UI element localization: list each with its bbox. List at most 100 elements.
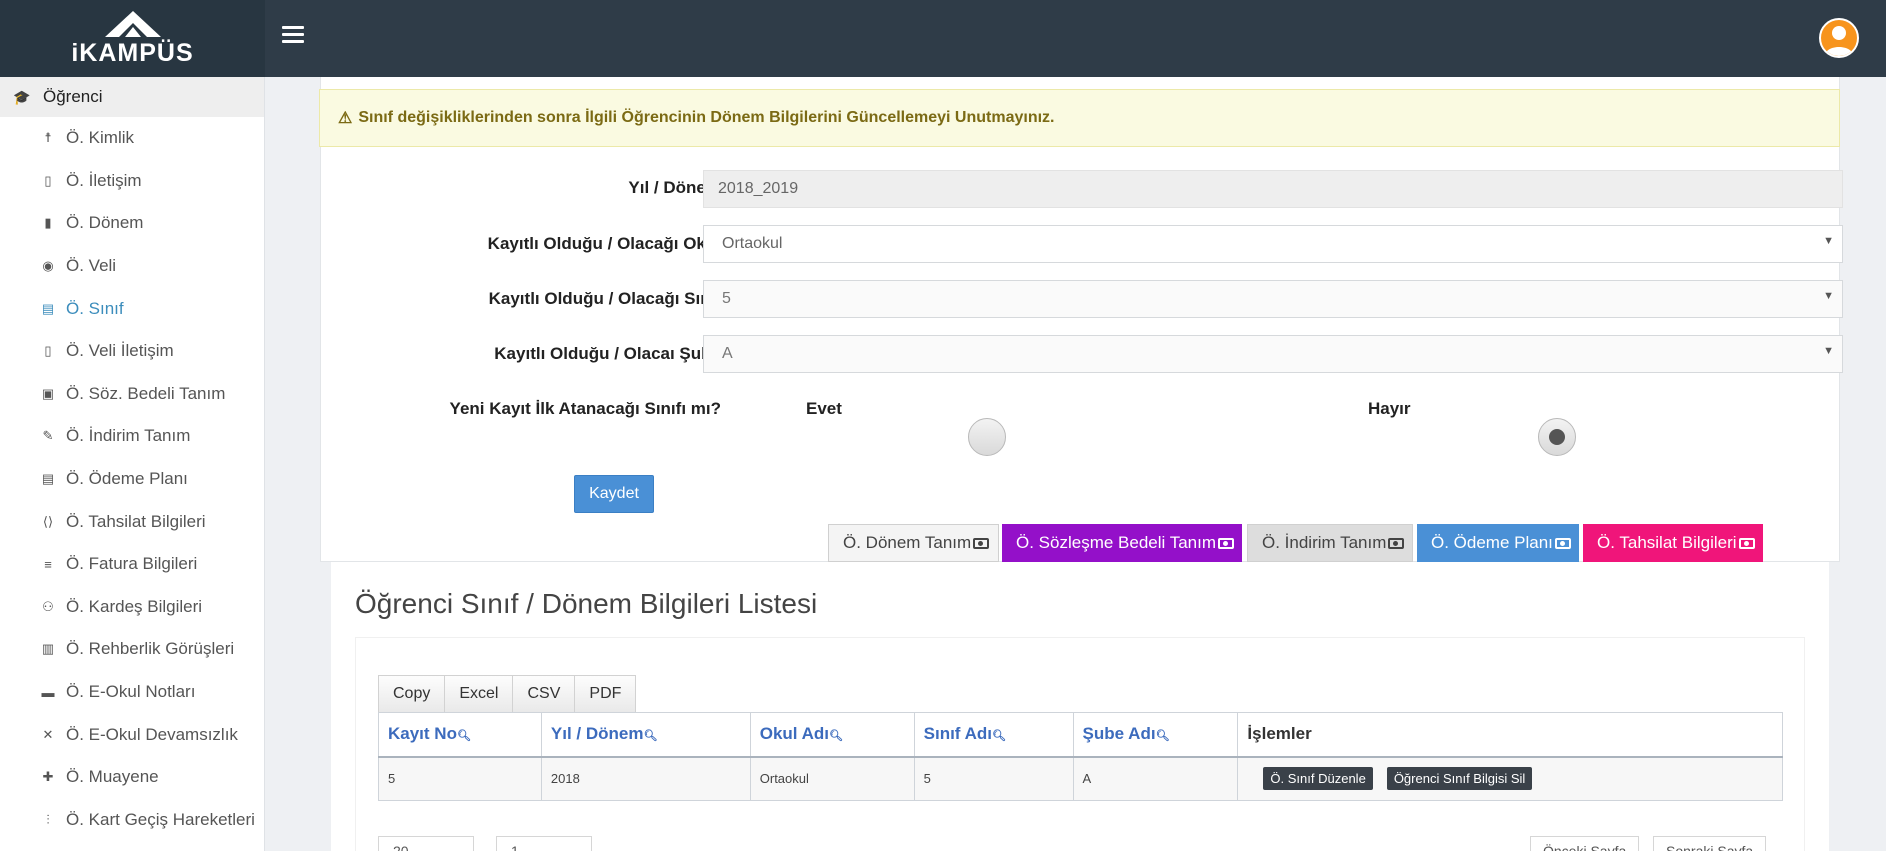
- export-excel-button[interactable]: Excel: [444, 675, 514, 713]
- search-icon[interactable]: 🔍︎: [992, 730, 1006, 742]
- sidebar-item[interactable]: ⫶ Ö. Kart Geçiş Hareketleri: [0, 799, 264, 842]
- quick-link-button[interactable]: Ö. İndirim Tanım: [1247, 524, 1413, 562]
- top-navbar: iKAMPÜS: [0, 0, 1886, 77]
- quick-link-button[interactable]: Ö. Ödeme Planı: [1417, 524, 1579, 562]
- school-select[interactable]: Ortaokul ▼: [703, 225, 1843, 263]
- form-panel: [320, 77, 1840, 562]
- sidebar-item[interactable]: ▯ Ö. İletişim: [0, 160, 264, 203]
- sidebar-item[interactable]: ✎ Ö. İndirim Tanım: [0, 415, 264, 458]
- delete-class-button[interactable]: Öğrenci Sınıf Bilgisi Sil: [1386, 767, 1533, 791]
- quick-link-label: Ö. Tahsilat Bilgileri: [1597, 533, 1737, 552]
- money-icon: [1388, 537, 1405, 549]
- sidebar-header-label: Öğrenci: [43, 87, 103, 106]
- logo-mark-icon: [104, 11, 161, 37]
- sidebar-item[interactable]: ▥ Ö. Rehberlik Görüşleri: [0, 628, 264, 671]
- edit-class-button[interactable]: Ö. Sınıf Düzenle: [1263, 767, 1373, 791]
- sidebar-item-label: Ö. Dönem: [66, 213, 144, 233]
- class-select[interactable]: 5 ▼: [703, 280, 1843, 318]
- page-number-value: 1: [511, 843, 519, 851]
- mobile-icon: ▯: [44, 343, 52, 359]
- column-header-label: Yıl / Dönem: [550, 724, 644, 744]
- code-icon: ⟨⟩: [42, 513, 54, 529]
- sidebar-item[interactable]: ✚ Ö. Muayene: [0, 756, 264, 799]
- sidebar-item[interactable]: ▤ Ö. Sınıf: [0, 287, 264, 330]
- sidebar-item-label: Ö. Söz. Bedeli Tanım: [66, 383, 226, 403]
- branch-value: A: [722, 345, 733, 362]
- people-icon: ⚇: [42, 598, 54, 614]
- table-cell: Ortaokul: [749, 756, 915, 801]
- save-button[interactable]: Kaydet: [574, 475, 654, 513]
- radio-yes[interactable]: [968, 418, 1006, 456]
- class-term-table: Kayıt No🔍︎ Yıl / Dönem🔍︎ Okul Adı🔍︎ Sınıf A…: [378, 712, 1783, 801]
- bar-chart-icon: ▥: [41, 641, 55, 657]
- branch-label: Kayıtlı Olduğu / Olacaı Şube: [494, 344, 721, 363]
- search-icon[interactable]: 🔍︎: [457, 730, 471, 742]
- eye-icon: ◉: [42, 258, 54, 274]
- quick-link-label: Ö. Sözleşme Bedeli Tanım: [1016, 533, 1216, 552]
- sidebar-item[interactable]: ▣ Ö. Söz. Bedeli Tanım: [0, 373, 264, 416]
- column-header[interactable]: Okul Adı🔍︎: [749, 712, 915, 758]
- branch-select[interactable]: A ▼: [703, 335, 1843, 373]
- export-csv-button[interactable]: CSV: [512, 675, 576, 713]
- sidebar-item-label: Ö. E-Okul Devamsızlık: [66, 724, 238, 744]
- column-header[interactable]: Şube Adı🔍︎: [1072, 712, 1239, 758]
- sidebar-item[interactable]: ▮ Ö. Dönem: [0, 202, 264, 245]
- column-header[interactable]: Yıl / Dönem🔍︎: [540, 712, 751, 758]
- page-size-select[interactable]: 20: [378, 836, 474, 851]
- server-icon: ▤: [41, 300, 55, 316]
- quick-link-label: Ö. Dönem Tanım: [843, 533, 972, 552]
- alert-text: Sınıf değişikliklerinden sonra İlgili Öğ…: [358, 109, 1055, 126]
- discount-icon: ✎: [42, 428, 54, 444]
- sidebar-header-ogrenci[interactable]: 🎓 Öğrenci: [0, 77, 264, 117]
- quick-link-button[interactable]: Ö. Dönem Tanım: [828, 524, 999, 562]
- sidebar-item[interactable]: ⟨⟩ Ö. Tahsilat Bilgileri: [0, 500, 264, 543]
- list-box-icon: ▤: [41, 471, 55, 487]
- sidebar-item-label: Ö. Muayene: [66, 767, 159, 787]
- sidebar-item[interactable]: ⚇ Ö. Kardeş Bilgileri: [0, 586, 264, 629]
- export-copy-button[interactable]: Copy: [378, 675, 446, 713]
- column-header[interactable]: Sınıf Adı🔍︎: [913, 712, 1074, 758]
- quick-link-button[interactable]: Ö. Sözleşme Bedeli Tanım: [1002, 524, 1242, 562]
- class-label: Kayıtlı Olduğu / Olacağı Sınıf: [488, 289, 721, 308]
- column-header-label: Okul Adı: [759, 724, 830, 744]
- sidebar-item-label: Ö. Kimlik: [66, 128, 134, 148]
- quick-link-button[interactable]: Ö. Tahsilat Bilgileri: [1583, 524, 1763, 562]
- page-number-select[interactable]: 1: [496, 836, 592, 851]
- sidebar-item-label: Ö. Kardeş Bilgileri: [66, 596, 203, 616]
- radio-no[interactable]: [1538, 418, 1576, 456]
- column-header-label: Kayıt No: [388, 724, 457, 744]
- sidebar-item-label: Ö. Tahsilat Bilgileri: [66, 511, 206, 531]
- prev-page-button[interactable]: Önceki Sayfa: [1530, 836, 1640, 851]
- mobile-icon: ▯: [44, 172, 52, 188]
- sidebar-item[interactable]: ▯ Ö. Veli İletişim: [0, 330, 264, 373]
- sidebar-item[interactable]: ◉ Ö. Veli: [0, 245, 264, 288]
- sidebar-item[interactable]: ✕ Ö. E-Okul Devamsızlık: [0, 713, 264, 756]
- search-icon[interactable]: 🔍︎: [1156, 730, 1170, 742]
- sidebar-item-label: Ö. Sınıf: [66, 298, 124, 318]
- file-plus-icon: ▣: [41, 385, 55, 401]
- sidebar-item-label: Ö. Kart Geçiş Hareketleri: [66, 809, 255, 829]
- year-value: 2018_2019: [718, 180, 799, 197]
- bandage-icon: ✚: [42, 769, 54, 785]
- radio-no-label: Hayır: [1368, 399, 1411, 418]
- quick-link-label: Ö. Ödeme Planı: [1431, 533, 1553, 552]
- export-buttons: Copy Excel CSV PDF: [378, 675, 637, 713]
- search-icon[interactable]: 🔍︎: [829, 730, 843, 742]
- sidebar-item[interactable]: ▬ Ö. E-Okul Notları: [0, 671, 264, 714]
- sidebar-item[interactable]: ☨ Ö. Kimlik: [0, 117, 264, 160]
- sidebar-item[interactable]: ▤ Ö. Ödeme Planı: [0, 458, 264, 501]
- sidebar-item-label: Ö. Veli İletişim: [66, 341, 174, 361]
- user-avatar-icon[interactable]: [1819, 18, 1859, 58]
- brand-logo[interactable]: iKAMPÜS: [0, 0, 265, 77]
- column-header[interactable]: Kayıt No🔍︎: [378, 712, 542, 758]
- list-title: Öğrenci Sınıf / Dönem Bilgileri Listesi: [355, 588, 818, 619]
- export-pdf-button[interactable]: PDF: [574, 675, 637, 713]
- menu-toggle-icon[interactable]: [282, 26, 304, 46]
- quick-link-label: Ö. İndirim Tanım: [1262, 533, 1387, 552]
- chevron-down-icon: ▼: [1823, 290, 1834, 302]
- sidebar: 🎓 Öğrenci ☨ Ö. Kimlik ▯ Ö. İletişim ▮ Ö. Döne…: [0, 77, 265, 851]
- search-icon[interactable]: 🔍︎: [643, 730, 657, 742]
- sidebar-item[interactable]: ≡ Ö. Fatura Bilgileri: [0, 543, 264, 586]
- table-cell: 2018: [540, 756, 751, 801]
- next-page-button[interactable]: Sonraki Sayfa: [1653, 836, 1767, 851]
